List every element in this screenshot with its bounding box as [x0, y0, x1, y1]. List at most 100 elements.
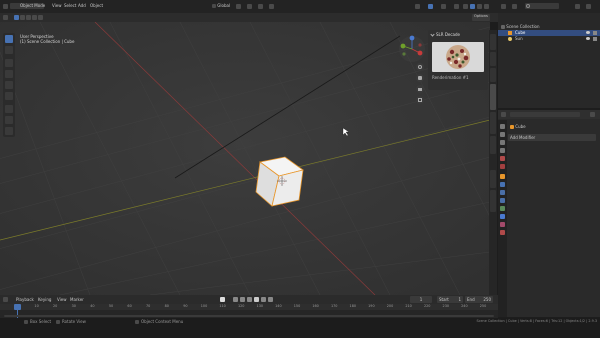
render-preview[interactable]	[432, 42, 484, 72]
proportional-edit-icon[interactable]	[269, 4, 274, 9]
record-icon[interactable]	[220, 297, 225, 302]
select-mode-subtract-icon[interactable]	[26, 15, 31, 20]
menu-playback[interactable]: Playback	[16, 297, 34, 302]
add-modifier-button[interactable]: Add Modifier	[508, 134, 596, 141]
select-mode-invert-icon[interactable]	[32, 15, 37, 20]
view-layer-icon[interactable]	[500, 148, 505, 153]
shading-wire-icon[interactable]	[463, 4, 468, 9]
tab-tool[interactable]	[490, 52, 496, 66]
chevron-down-icon[interactable]	[430, 32, 435, 37]
scene-icon[interactable]	[500, 156, 505, 161]
tool-scale[interactable]	[5, 81, 13, 89]
timeline-scrollbar[interactable]	[4, 315, 494, 317]
tab-extra-1[interactable]	[490, 170, 496, 188]
object-icon[interactable]	[500, 174, 505, 179]
select-mode-new-icon[interactable]	[14, 15, 19, 20]
camera-view-button[interactable]	[416, 85, 424, 93]
timeline-ruler[interactable]: 0102030405060708090100110120130140150160…	[0, 304, 498, 310]
shading-rendered-icon[interactable]	[484, 4, 489, 9]
overlays-icon[interactable]	[441, 4, 446, 9]
data-icon[interactable]	[500, 214, 505, 219]
tool-move[interactable]	[5, 59, 13, 67]
current-frame-field[interactable]: 1	[410, 296, 432, 303]
tab-create[interactable]	[490, 112, 496, 134]
shading-solid-icon[interactable]	[470, 4, 475, 9]
tab-edit[interactable]	[490, 136, 496, 154]
filter-icon[interactable]	[575, 4, 580, 9]
list-item[interactable]: Sun	[498, 36, 600, 42]
new-collection-icon[interactable]	[586, 4, 591, 9]
outliner-root[interactable]: Scene Collection	[501, 24, 540, 29]
tool-add-cube[interactable]	[5, 127, 13, 135]
select-box-icon[interactable]	[3, 15, 8, 20]
jump-end-icon[interactable]	[268, 297, 273, 302]
display-mode-icon[interactable]	[512, 4, 517, 9]
camera-visibility-icon[interactable]	[593, 37, 597, 41]
output-icon[interactable]	[500, 140, 505, 145]
play-reverse-icon[interactable]	[247, 297, 252, 302]
play-icon[interactable]	[254, 297, 259, 302]
tab-slr-decade[interactable]	[490, 84, 496, 110]
menu-add[interactable]: Add	[78, 3, 86, 8]
zoom-button[interactable]	[416, 63, 424, 71]
viewport-3d[interactable]: User Perspective (1) Scene Collection | …	[0, 22, 490, 295]
menu-object[interactable]: Object	[90, 3, 103, 8]
menu-marker[interactable]: Marker	[70, 297, 84, 302]
material-icon[interactable]	[500, 222, 505, 227]
tab-item[interactable]	[490, 34, 496, 50]
tool-rotate[interactable]	[5, 70, 13, 78]
perspective-toggle-button[interactable]	[416, 96, 424, 104]
constraints-icon[interactable]	[500, 206, 505, 211]
eye-icon[interactable]	[586, 31, 590, 34]
menu-view[interactable]: View	[52, 3, 62, 8]
tool-settings-icon[interactable]	[500, 124, 505, 129]
gizmo-z-axis[interactable]	[409, 35, 415, 41]
shading-material-icon[interactable]	[477, 4, 482, 9]
next-keyframe-icon[interactable]	[261, 297, 266, 302]
tool-annotate[interactable]	[5, 105, 13, 113]
tool-cursor[interactable]	[5, 46, 13, 54]
visibility-icon[interactable]	[415, 4, 420, 9]
camera-visibility-icon[interactable]	[593, 31, 597, 35]
start-frame-field[interactable]: Start 1	[437, 296, 463, 303]
xray-icon[interactable]	[454, 4, 459, 9]
properties-search-input[interactable]	[510, 112, 580, 117]
pan-button[interactable]	[416, 74, 424, 82]
texture-icon[interactable]	[500, 230, 505, 235]
pivot-icon[interactable]	[236, 4, 241, 9]
tool-transform[interactable]	[5, 92, 13, 100]
timeline-editor-icon[interactable]	[3, 297, 8, 302]
select-mode-intersect-icon[interactable]	[38, 15, 43, 20]
snap-target-icon[interactable]	[258, 4, 263, 9]
tab-extra-2[interactable]	[490, 190, 496, 212]
transform-orientation[interactable]: Global	[212, 3, 230, 8]
outliner-search-input[interactable]	[525, 3, 559, 9]
editor-type-icon[interactable]	[3, 4, 8, 9]
world-icon[interactable]	[500, 164, 505, 169]
snap-icon[interactable]	[247, 4, 252, 9]
object-name-field[interactable]: Cube	[510, 124, 526, 129]
render-icon[interactable]	[500, 132, 505, 137]
physics-icon[interactable]	[500, 198, 505, 203]
menu-keying[interactable]: Keying	[38, 297, 51, 302]
particles-icon[interactable]	[500, 190, 505, 195]
gizmo-x-axis[interactable]	[417, 50, 423, 56]
options-dropdown[interactable]: Options	[472, 14, 490, 21]
outliner-editor-icon[interactable]	[501, 4, 506, 9]
pin-icon[interactable]	[590, 112, 595, 117]
prev-keyframe-icon[interactable]	[240, 297, 245, 302]
modifier-wrench-icon[interactable]	[500, 182, 505, 187]
tab-view[interactable]	[490, 68, 496, 82]
eye-icon[interactable]	[586, 37, 590, 40]
menu-select[interactable]: Select	[64, 3, 76, 8]
tool-measure[interactable]	[5, 116, 13, 124]
select-mode-extend-icon[interactable]	[20, 15, 25, 20]
mode-dropdown[interactable]: Object Mode	[10, 3, 45, 9]
jump-start-icon[interactable]	[233, 297, 238, 302]
tool-select-box[interactable]	[5, 35, 13, 43]
properties-editor-icon[interactable]	[501, 112, 506, 117]
gizmo-y-axis[interactable]	[400, 43, 406, 49]
gizmo-toggle-icon[interactable]	[428, 4, 433, 9]
timeline-area[interactable]: 0102030405060708090100110120130140150160…	[0, 304, 498, 318]
end-frame-field[interactable]: End 250	[465, 296, 493, 303]
